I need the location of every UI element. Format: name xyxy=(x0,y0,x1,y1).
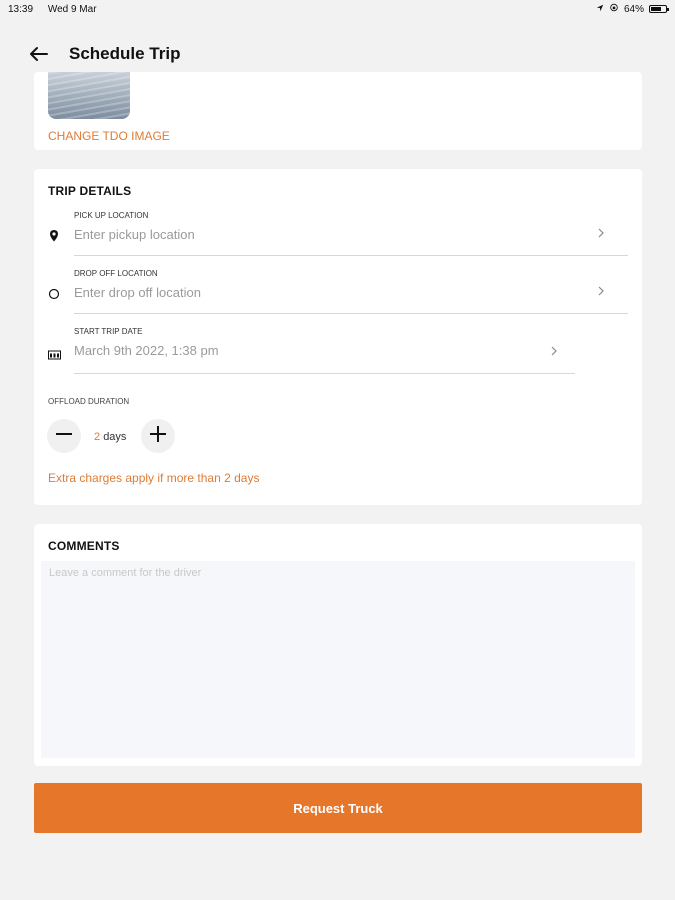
duration-unit: days xyxy=(103,431,127,443)
location-arrow-icon xyxy=(596,4,604,15)
request-truck-button[interactable]: Request Truck xyxy=(34,783,642,833)
decrease-duration-button[interactable] xyxy=(47,419,81,453)
chevron-right-icon xyxy=(597,226,605,242)
page-title: Schedule Trip xyxy=(69,44,181,63)
tdo-image-card: CHANGE TDO IMAGE xyxy=(34,72,642,150)
dropoff-divider xyxy=(74,313,628,314)
circle-icon xyxy=(48,287,62,301)
pickup-location-input[interactable]: Enter pickup location xyxy=(74,227,195,242)
dropoff-location-input[interactable]: Enter drop off location xyxy=(74,285,201,300)
comments-card: COMMENTS xyxy=(34,524,642,766)
arrow-left-icon xyxy=(28,46,48,67)
status-time: 13:39 xyxy=(8,3,34,15)
extra-charges-note: Extra charges apply if more than 2 days xyxy=(48,471,260,485)
status-left: 13:39 Wed 9 Mar xyxy=(8,4,109,15)
start-date-label: START TRIP DATE xyxy=(74,327,143,336)
calendar-icon xyxy=(48,347,62,361)
header: Schedule Trip xyxy=(0,34,675,74)
chevron-right-icon xyxy=(597,284,605,300)
status-bar: 13:39 Wed 9 Mar 64% xyxy=(0,0,675,18)
offload-duration-label: OFFLOAD DURATION xyxy=(48,397,130,406)
trip-details-title: TRIP DETAILS xyxy=(48,184,132,198)
change-tdo-image-link[interactable]: CHANGE TDO IMAGE xyxy=(48,129,170,143)
battery-icon xyxy=(649,5,669,13)
plus-icon xyxy=(149,425,167,448)
minus-icon xyxy=(55,425,73,448)
comment-input[interactable] xyxy=(41,561,635,758)
start-date-value[interactable]: March 9th 2022, 1:38 pm xyxy=(74,343,219,358)
battery-percent: 64% xyxy=(623,3,644,15)
chevron-right-icon xyxy=(550,344,558,360)
pickup-location-row[interactable]: PICK UP LOCATION Enter pickup location xyxy=(48,209,628,265)
duration-number: 2 xyxy=(94,431,101,443)
tdo-image-thumbnail xyxy=(48,72,130,119)
map-pin-icon xyxy=(48,229,62,243)
pickup-location-label: PICK UP LOCATION xyxy=(74,211,149,220)
increase-duration-button[interactable] xyxy=(141,419,175,453)
trip-details-card: TRIP DETAILS PICK UP LOCATION Enter pick… xyxy=(34,169,642,505)
dropoff-location-row[interactable]: DROP OFF LOCATION Enter drop off locatio… xyxy=(48,267,628,323)
status-right: 64% xyxy=(596,3,669,15)
rotation-lock-icon xyxy=(609,3,619,15)
dropoff-location-label: DROP OFF LOCATION xyxy=(74,269,158,278)
pickup-divider xyxy=(74,255,628,256)
back-button[interactable] xyxy=(26,44,50,68)
offload-duration-value: 2 days xyxy=(94,431,126,443)
start-date-divider xyxy=(74,373,575,374)
comments-title: COMMENTS xyxy=(48,539,120,553)
status-date: Wed 9 Mar xyxy=(47,3,97,15)
start-date-row[interactable]: START TRIP DATE March 9th 2022, 1:38 pm xyxy=(48,325,628,381)
